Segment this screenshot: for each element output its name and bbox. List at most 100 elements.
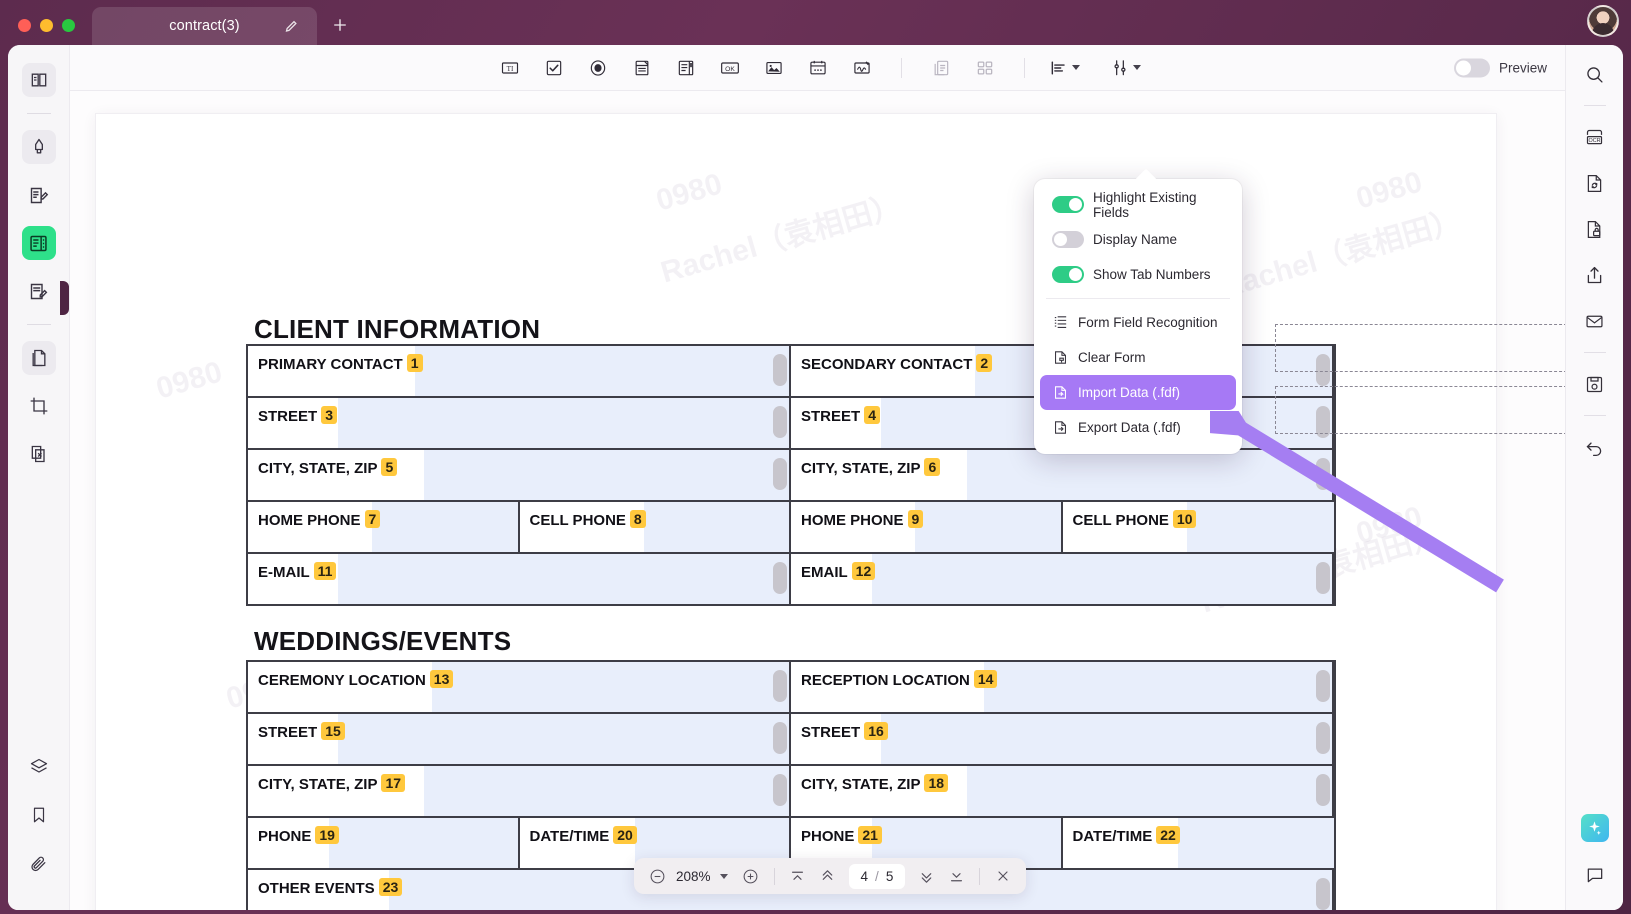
form-field-cell[interactable]: DATE/TIME 22 [1063, 818, 1334, 868]
page-navigation-toolbar[interactable]: 208% 4 / 5 [634, 858, 1027, 894]
field-highlight[interactable] [1177, 818, 1334, 868]
radio-button-icon[interactable] [583, 54, 613, 82]
menu-item-export-data[interactable]: Export Data (.fdf) [1040, 410, 1236, 445]
field-scrollbar[interactable] [773, 670, 787, 702]
checkbox-icon[interactable] [539, 54, 569, 82]
menu-item-highlight-existing-fields[interactable]: Highlight Existing Fields [1040, 187, 1236, 222]
form-settings-tool[interactable] [1110, 58, 1141, 78]
form-field-cell[interactable]: PHONE 19 [248, 818, 520, 868]
prev-page-icon[interactable] [815, 863, 841, 889]
field-highlight[interactable] [915, 502, 1061, 552]
first-page-icon[interactable] [785, 863, 811, 889]
field-scrollbar[interactable] [773, 562, 787, 594]
field-highlight[interactable] [337, 554, 789, 604]
undo-icon[interactable] [1578, 430, 1612, 464]
copy-icon[interactable] [926, 54, 956, 82]
sidebar-item-highlight[interactable] [21, 130, 56, 164]
user-avatar[interactable] [1587, 5, 1619, 37]
toggle-switch[interactable] [1052, 231, 1084, 248]
last-page-icon[interactable] [943, 863, 969, 889]
field-highlight[interactable] [643, 502, 789, 552]
pencil-icon[interactable] [284, 19, 299, 34]
form-field-cell[interactable]: HOME PHONE 9 [791, 502, 1063, 552]
close-icon[interactable] [990, 863, 1016, 889]
field-scrollbar[interactable] [1316, 774, 1330, 806]
form-field-cell[interactable]: PRIMARY CONTACT 1 [248, 346, 791, 396]
sidebar-item-organize-pages[interactable] [21, 341, 56, 375]
form-field-cell[interactable]: CEREMONY LOCATION 13 [248, 662, 791, 712]
form-field-cell[interactable]: RECEPTION LOCATION 14 [791, 662, 1334, 712]
sidebar-collapse-handle[interactable] [60, 281, 69, 315]
field-scrollbar[interactable] [1316, 670, 1330, 702]
field-highlight[interactable] [337, 714, 789, 764]
sidebar-item-layers[interactable] [22, 750, 56, 784]
plus-circle-icon[interactable] [738, 863, 764, 889]
search-icon[interactable] [1578, 57, 1612, 91]
sidebar-item-edit[interactable] [22, 178, 56, 212]
page-number-input[interactable]: 4 / 5 [848, 863, 906, 889]
menu-item-form-field-recognition[interactable]: Form Field Recognition [1040, 305, 1236, 340]
field-highlight[interactable] [880, 714, 1332, 764]
document-viewport[interactable]: Rachel（袁相田） 0980 0980 Rachel（袁相田） 0980 0… [70, 91, 1565, 910]
ocr-icon[interactable]: OCR [1578, 120, 1612, 154]
field-scrollbar[interactable] [773, 406, 787, 438]
form-field-cell[interactable]: STREET 15 [248, 714, 791, 764]
date-field-icon[interactable] [803, 54, 833, 82]
field-scrollbar[interactable] [773, 354, 787, 386]
menu-item-display-name[interactable]: Display Name [1040, 222, 1236, 257]
chevron-down-icon[interactable] [719, 873, 728, 879]
menu-item-import-data[interactable]: Import Data (.fdf) [1040, 375, 1236, 410]
minimize-window-button[interactable] [40, 18, 53, 32]
sidebar-item-sign[interactable] [22, 274, 56, 308]
sidebar-item-bookmarks[interactable] [22, 798, 56, 832]
form-field-cell[interactable]: HOME PHONE 7 [248, 502, 520, 552]
menu-item-clear-form[interactable]: Clear Form [1040, 340, 1236, 375]
field-scrollbar[interactable] [1316, 722, 1330, 754]
form-field-cell[interactable]: CITY, STATE, ZIP 17 [248, 766, 791, 816]
convert-file-icon[interactable] [1578, 166, 1612, 200]
sidebar-item-read-mode[interactable] [21, 63, 56, 97]
field-scrollbar[interactable] [1316, 354, 1330, 386]
toggle-switch[interactable] [1052, 266, 1084, 283]
field-highlight[interactable] [337, 398, 789, 448]
field-highlight[interactable] [966, 766, 1332, 816]
sidebar-item-compare[interactable] [22, 437, 56, 471]
field-highlight[interactable] [329, 818, 518, 868]
lock-file-icon[interactable] [1578, 212, 1612, 246]
image-field-icon[interactable] [759, 54, 789, 82]
preview-switch[interactable] [1453, 58, 1490, 77]
menu-item-show-tab-numbers[interactable]: Show Tab Numbers [1040, 257, 1236, 292]
field-highlight[interactable] [983, 662, 1332, 712]
form-field-cell[interactable]: CITY, STATE, ZIP 18 [791, 766, 1334, 816]
close-window-button[interactable] [18, 18, 31, 32]
field-scrollbar[interactable] [773, 458, 787, 490]
form-field-cell[interactable]: E-MAIL 11 [248, 554, 791, 604]
field-highlight[interactable] [432, 662, 789, 712]
plus-icon[interactable] [328, 13, 352, 37]
chat-icon[interactable] [1578, 858, 1612, 892]
signature-field-icon[interactable] [847, 54, 877, 82]
save-icon[interactable] [1578, 367, 1612, 401]
form-field-cell[interactable]: CELL PHONE 8 [520, 502, 791, 552]
next-page-icon[interactable] [913, 863, 939, 889]
text-field-icon[interactable]: TI [495, 54, 525, 82]
maximize-window-button[interactable] [62, 18, 75, 32]
form-field-cell[interactable]: CITY, STATE, ZIP 5 [248, 450, 791, 500]
mail-icon[interactable] [1578, 304, 1612, 338]
sidebar-item-form[interactable] [21, 226, 56, 260]
document-tab[interactable]: contract(3) [92, 7, 317, 45]
grid-icon[interactable] [970, 54, 1000, 82]
field-highlight[interactable] [372, 502, 518, 552]
field-highlight[interactable] [415, 346, 789, 396]
field-scrollbar[interactable] [773, 774, 787, 806]
form-field-cell[interactable]: STREET 3 [248, 398, 791, 448]
toggle-switch[interactable] [1052, 196, 1084, 213]
field-scrollbar[interactable] [773, 722, 787, 754]
sidebar-item-attachments[interactable] [22, 846, 56, 880]
ok-button-icon[interactable]: OK [715, 54, 745, 82]
align-tool[interactable] [1049, 58, 1080, 78]
field-highlight[interactable] [423, 766, 789, 816]
field-highlight[interactable] [423, 450, 789, 500]
minus-circle-icon[interactable] [644, 863, 670, 889]
list-box-icon[interactable] [671, 54, 701, 82]
